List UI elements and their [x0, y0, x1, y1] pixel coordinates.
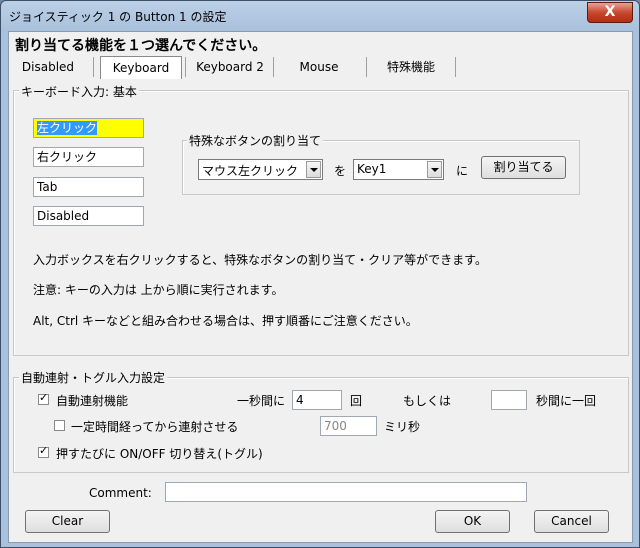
seconds-input[interactable] — [491, 390, 527, 410]
wo-label: を — [334, 164, 347, 178]
key-select-value: Key1 — [357, 162, 387, 176]
tab-separator — [185, 57, 186, 77]
dialog-client-area: 割り当てる機能を１つ選んでください。 Disabled Keyboard Key… — [8, 31, 633, 543]
key-input-3[interactable]: Tab — [33, 177, 144, 197]
note-modifiers: Alt, Ctrl キーなどと組み合わせる場合は、押す順番にご注意ください。 — [33, 314, 418, 328]
key-input-2[interactable]: 右クリック — [33, 147, 144, 167]
per-second-label: 一秒間に — [237, 394, 286, 408]
tab-separator — [273, 57, 274, 77]
per-second-input[interactable]: 4 — [292, 390, 342, 410]
key-input-4[interactable]: Disabled — [33, 206, 144, 226]
note-right-click: 入力ボックスを右クリックすると、特殊なボタンの割り当て・クリア等ができます。 — [33, 253, 487, 267]
comment-label: Comment: — [89, 486, 152, 500]
delay-label: 一定時間経ってから連射させる — [71, 420, 239, 434]
tab-mouse[interactable]: Mouse — [279, 56, 359, 78]
autofire-checkbox[interactable] — [38, 391, 49, 405]
tab-separator — [93, 57, 94, 77]
special-assign-title: 特殊なボタンの割り当て — [187, 132, 324, 149]
seconds-label: 秒間に一回 — [536, 394, 597, 408]
key-input-1[interactable]: 左クリック — [33, 118, 144, 138]
cancel-button[interactable]: Cancel — [534, 510, 609, 533]
special-button-select[interactable]: マウス左クリック — [198, 159, 323, 180]
auto-input-group-title: 自動連射・トグル入力設定 — [19, 369, 168, 386]
key-input-1-value: 左クリック — [37, 121, 98, 135]
clear-button[interactable]: Clear — [25, 510, 110, 533]
dialog-window: ジョイスティック 1 の Button 1 の設定 X 割り当てる機能を１つ選ん… — [0, 0, 640, 548]
window-title: ジョイスティック 1 の Button 1 の設定 — [9, 10, 227, 24]
tab-separator — [366, 57, 367, 77]
ok-button[interactable]: OK — [435, 510, 510, 533]
tab-keyboard[interactable]: Keyboard — [100, 56, 182, 79]
delay-checkbox[interactable] — [54, 420, 65, 431]
delay-input[interactable]: 700 — [320, 416, 377, 436]
tab-separator — [455, 57, 456, 77]
or-label: もしくは — [403, 394, 452, 408]
title-bar[interactable]: ジョイスティック 1 の Button 1 の設定 X — [1, 1, 639, 31]
toggle-checkbox[interactable] — [38, 444, 49, 458]
tab-special[interactable]: 特殊機能 — [371, 56, 451, 78]
comment-input[interactable] — [165, 482, 527, 502]
page-heading: 割り当てる機能を１つ選んでください。 — [15, 38, 267, 54]
assign-button[interactable]: 割り当てる — [481, 156, 566, 179]
tab-keyboard-2[interactable]: Keyboard 2 — [189, 56, 271, 78]
note-order: 注意: キーの入力は 上から順に実行されます。 — [33, 283, 284, 297]
special-button-select-value: マウス左クリック — [202, 164, 299, 178]
autofire-label: 自動連射機能 — [56, 394, 129, 408]
close-button[interactable]: X — [587, 2, 633, 23]
ni-label: に — [456, 164, 469, 178]
close-icon: X — [604, 4, 616, 20]
times-label: 回 — [350, 394, 363, 408]
chevron-down-icon[interactable] — [427, 161, 442, 178]
key-select[interactable]: Key1 — [353, 159, 444, 180]
chevron-down-icon[interactable] — [306, 161, 321, 178]
ms-label: ミリ秒 — [384, 420, 421, 434]
toggle-label: 押すたびに ON/OFF 切り替え(トグル) — [56, 447, 263, 461]
keyboard-group-title: キーボード入力: 基本 — [19, 83, 139, 100]
tab-disabled[interactable]: Disabled — [13, 56, 83, 78]
